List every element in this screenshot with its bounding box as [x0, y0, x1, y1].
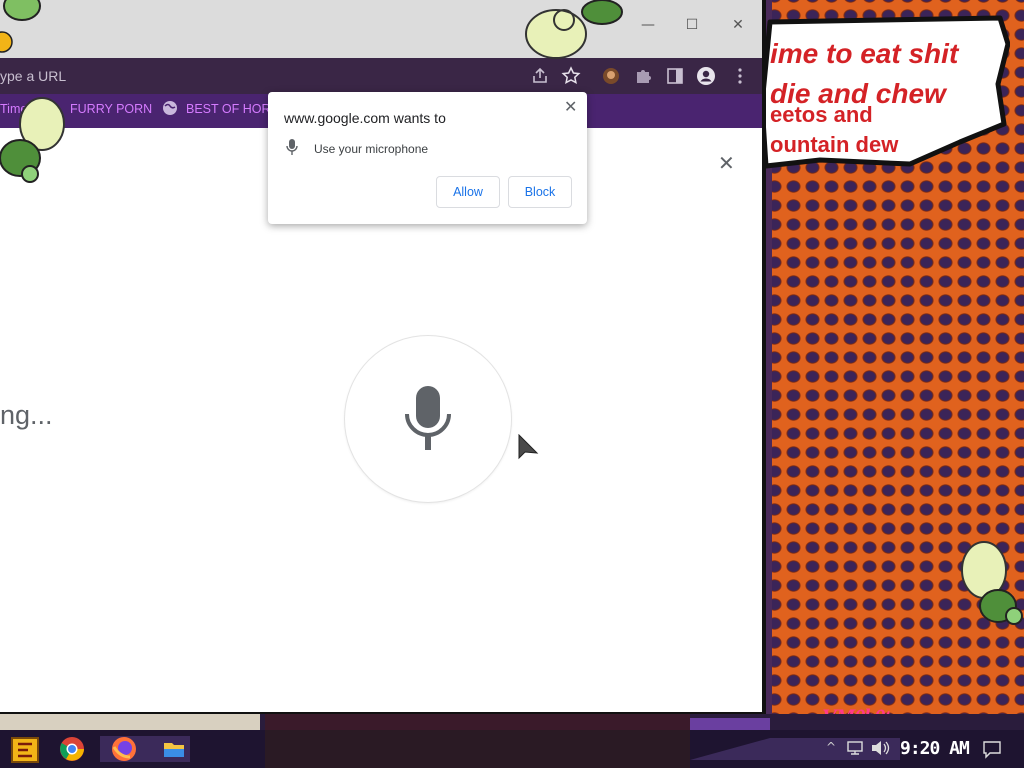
- minimize-button[interactable]: —: [636, 14, 660, 36]
- microphone-icon: [286, 139, 298, 155]
- firefox-icon[interactable]: [110, 735, 138, 763]
- orange-badge-icon: [0, 31, 13, 53]
- browser-toolbar: ype a URL: [0, 58, 762, 94]
- maximize-button[interactable]: ☐: [680, 14, 704, 36]
- extensions-puzzle-icon[interactable]: [633, 66, 653, 86]
- taskbar: ^ 9:20 AM: [0, 730, 1024, 768]
- extension-avatar-icon[interactable]: [601, 66, 621, 86]
- peridot-mascot-icon: [961, 541, 1023, 625]
- address-bar[interactable]: ype a URL: [0, 68, 66, 84]
- taskbar-decoration: [0, 714, 1024, 730]
- permission-request-text: Use your microphone: [314, 142, 429, 156]
- mic-button[interactable]: [344, 335, 512, 503]
- title-bar[interactable]: — ☐ ✕: [0, 0, 762, 58]
- profile-icon[interactable]: [696, 66, 716, 86]
- voice-status-text: ng...: [0, 400, 53, 430]
- file-explorer-icon[interactable]: [162, 737, 186, 761]
- window-close-button[interactable]: ✕: [726, 14, 750, 36]
- globe-icon: [163, 101, 177, 115]
- bookmark-star-icon[interactable]: [561, 66, 581, 86]
- speech-line-3: eetos and: [770, 102, 873, 127]
- share-icon[interactable]: [530, 66, 550, 86]
- permission-dialog: www.google.com wants to ✕ Use your micro…: [268, 92, 587, 224]
- speech-line-1: ime to eat shit: [770, 38, 959, 69]
- peridot-mascot-icon: [3, 0, 41, 21]
- bookmark-item[interactable]: FURRY PORN: [70, 102, 152, 116]
- speech-text-bottom: eetos and ountain dew: [770, 100, 1010, 160]
- block-button[interactable]: Block: [508, 176, 572, 208]
- show-hidden-icons-chevron-icon[interactable]: ^: [826, 740, 836, 754]
- menu-kebab-icon[interactable]: [730, 66, 750, 86]
- bookmark-item[interactable]: BEST OF HOR: [186, 102, 271, 116]
- start-button-icon[interactable]: [10, 736, 40, 764]
- taskbar-clock[interactable]: 9:20 AM: [900, 738, 970, 759]
- peridot-mascot-icon: [0, 97, 65, 183]
- speech-line-4: ountain dew: [770, 132, 899, 157]
- permission-close-button[interactable]: ✕: [564, 97, 577, 116]
- allow-button[interactable]: Allow: [436, 176, 500, 208]
- voice-search-close-button[interactable]: ✕: [718, 151, 735, 175]
- network-icon[interactable]: [846, 740, 864, 756]
- mouse-cursor-icon: [518, 434, 539, 460]
- permission-title: www.google.com wants to: [284, 110, 446, 126]
- volume-icon[interactable]: [870, 740, 890, 756]
- side-panel-icon[interactable]: [665, 66, 685, 86]
- microphone-icon: [405, 386, 451, 450]
- notifications-icon[interactable]: [982, 739, 1002, 759]
- chrome-icon[interactable]: [58, 735, 86, 763]
- peridot-mascot-icon: [525, 0, 623, 59]
